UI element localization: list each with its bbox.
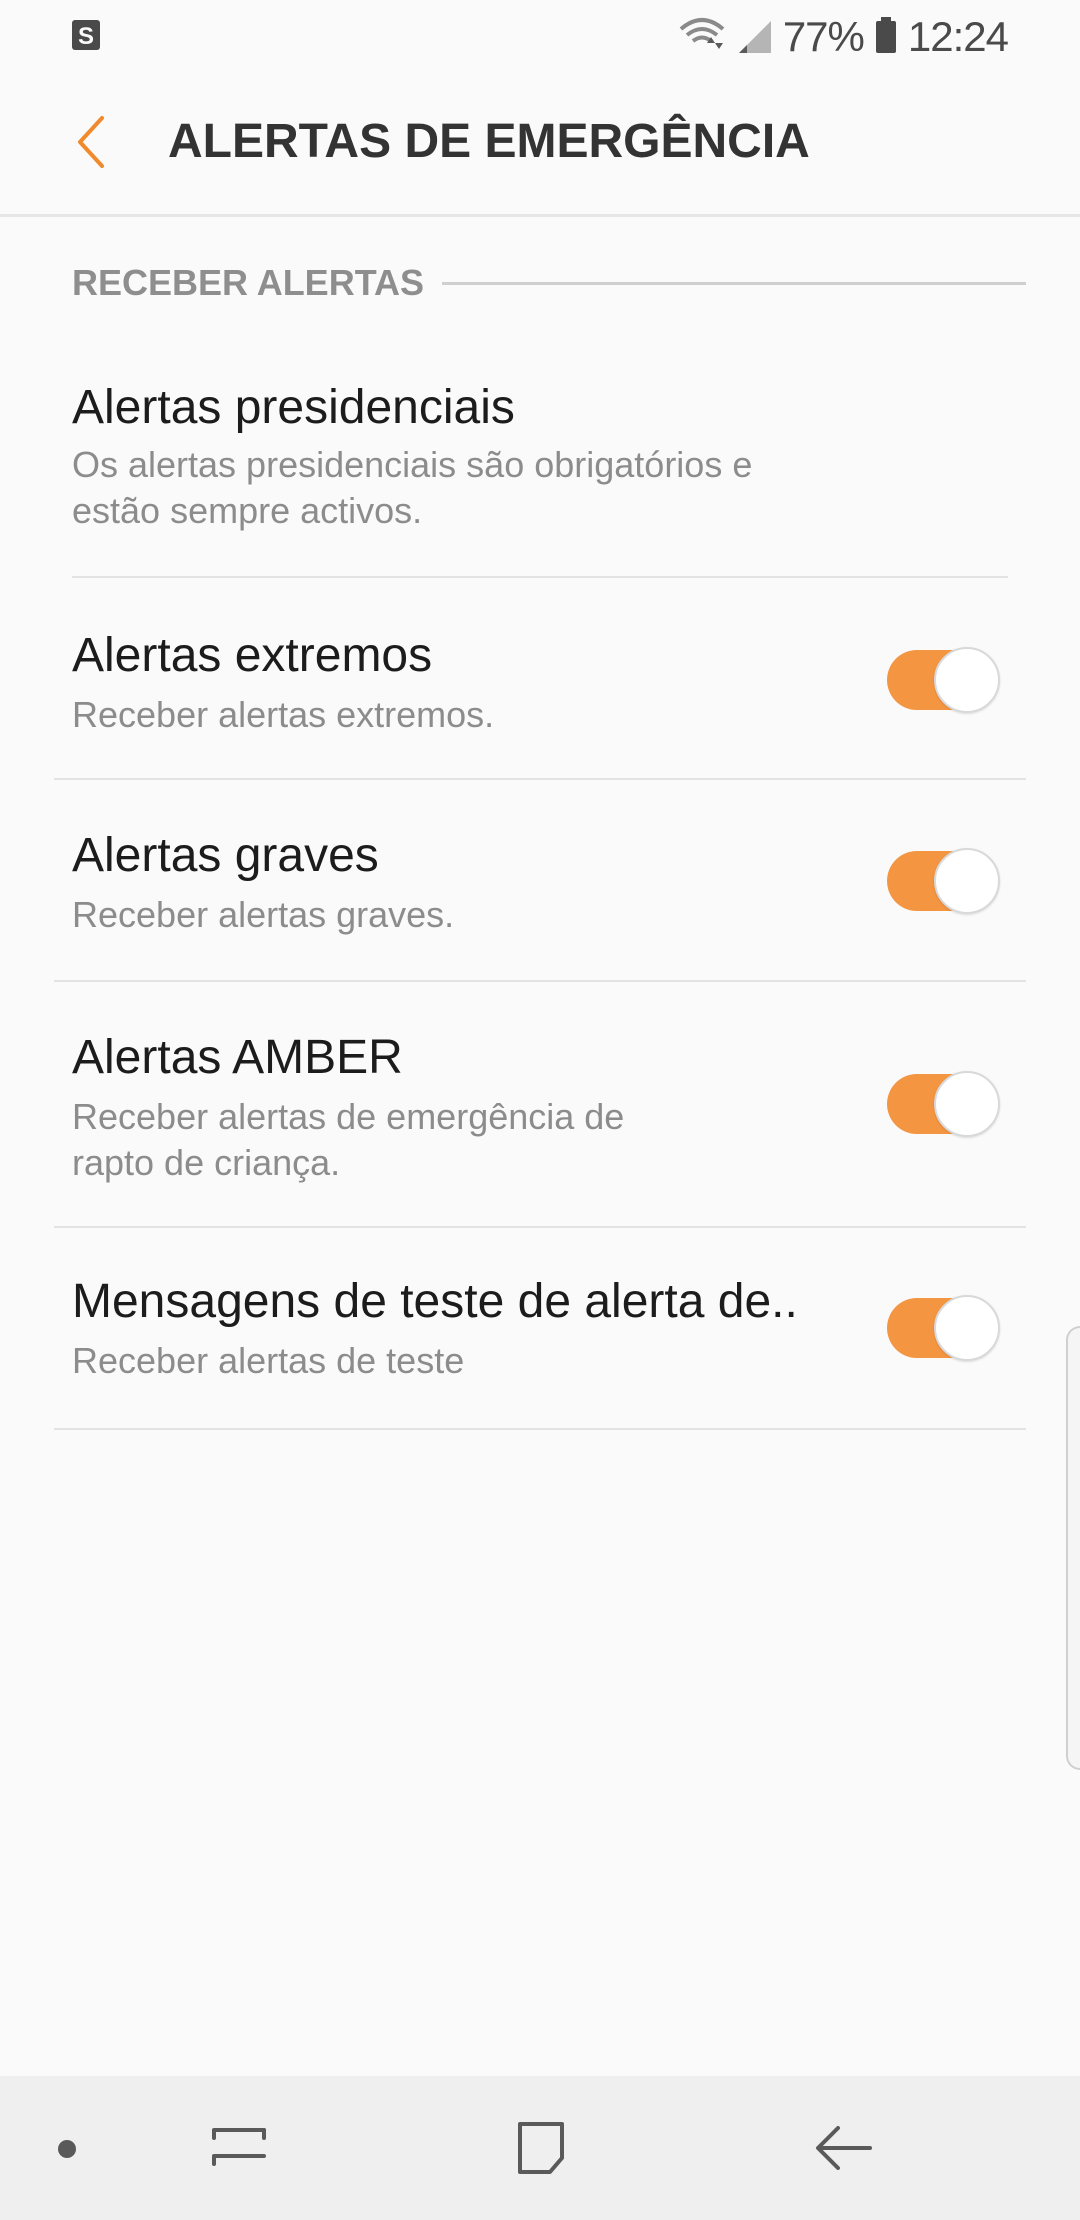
- item-subtitle-line: Receber alertas de emergência de: [72, 1096, 625, 1137]
- chevron-left-icon: [70, 114, 110, 175]
- battery-percent: 77%: [782, 13, 865, 60]
- back-button[interactable]: [50, 104, 130, 184]
- toggle-knob: [934, 1071, 1000, 1137]
- list-item-severe-alerts[interactable]: Alertas graves Receber alertas graves.: [54, 780, 1026, 980]
- battery-icon: [874, 15, 898, 60]
- status-bar: S 77% 12:24: [0, 0, 1080, 74]
- test-alerts-toggle[interactable]: [887, 1295, 1000, 1361]
- item-subtitle: Receber alertas de emergência de rapto d…: [72, 1094, 624, 1186]
- nav-dot-icon[interactable]: [58, 2140, 76, 2158]
- toggle-knob: [934, 848, 1000, 914]
- recents-button[interactable]: [204, 2116, 274, 2180]
- divider: [54, 1428, 1026, 1430]
- extreme-alerts-toggle[interactable]: [887, 647, 1000, 713]
- item-title: Mensagens de teste de alerta de..: [72, 1275, 798, 1328]
- toggle-knob: [934, 1295, 1000, 1361]
- item-subtitle-line: Os alertas presidenciais são obrigatório…: [72, 444, 753, 485]
- amber-alerts-toggle[interactable]: [887, 1071, 1000, 1137]
- item-title: Alertas extremos: [72, 629, 433, 682]
- signal-icon: [737, 15, 773, 60]
- section-title: RECEBER ALERTAS: [72, 262, 425, 303]
- list-item-test-alerts[interactable]: Mensagens de teste de alerta de.. Recebe…: [54, 1228, 1026, 1428]
- page-title: ALERTAS DE EMERGÊNCIA: [168, 115, 810, 168]
- app-bar: ALERTAS DE EMERGÊNCIA: [0, 74, 1080, 217]
- item-subtitle-line: estão sempre activos.: [72, 490, 423, 531]
- wifi-icon: [677, 15, 727, 60]
- edge-panel-handle[interactable]: [1066, 1326, 1080, 1770]
- item-title: Alertas AMBER: [72, 1031, 403, 1084]
- item-subtitle: Receber alertas extremos.: [72, 694, 495, 735]
- back-nav-button[interactable]: [808, 2116, 878, 2180]
- item-subtitle-line: rapto de criança.: [72, 1142, 341, 1183]
- severe-alerts-toggle[interactable]: [887, 848, 1000, 914]
- item-title: Alertas graves: [72, 829, 379, 882]
- svg-text:S: S: [78, 23, 94, 50]
- s-notification-icon: S: [70, 18, 102, 52]
- navigation-bar: [0, 2076, 1080, 2220]
- section-divider: [442, 281, 1026, 285]
- list-item-extreme-alerts[interactable]: Alertas extremos Receber alertas extremo…: [54, 578, 1026, 778]
- item-subtitle: Receber alertas de teste: [72, 1340, 465, 1381]
- item-subtitle: Receber alertas graves.: [72, 894, 455, 935]
- home-button[interactable]: [506, 2116, 576, 2180]
- item-title: Alertas presidenciais: [72, 381, 515, 434]
- list-item-presidential-alerts[interactable]: Alertas presidenciais Os alertas preside…: [54, 360, 1026, 576]
- toggle-knob: [934, 647, 1000, 713]
- clock: 12:24: [907, 13, 1009, 60]
- list-item-amber-alerts[interactable]: Alertas AMBER Receber alertas de emergên…: [54, 982, 1026, 1226]
- item-subtitle: Os alertas presidenciais são obrigatório…: [72, 442, 752, 534]
- home-icon: [506, 2122, 576, 2184]
- recents-icon: [204, 2128, 274, 2184]
- back-arrow-icon: [808, 2126, 878, 2184]
- section-header: RECEBER ALERTAS: [72, 262, 1026, 304]
